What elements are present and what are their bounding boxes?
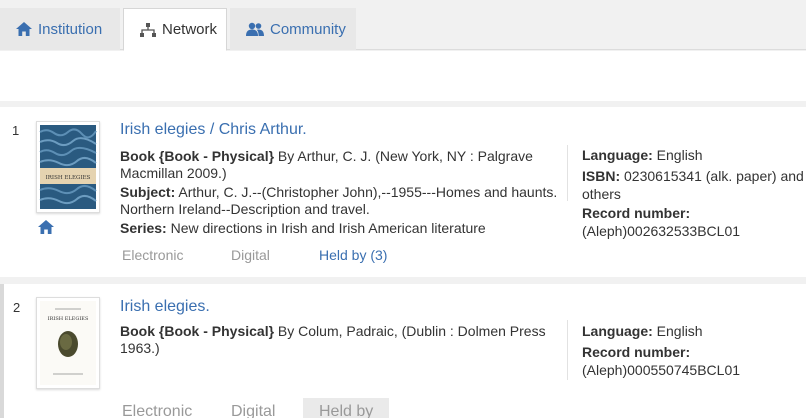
tab-network[interactable]: Network — [123, 8, 227, 51]
cover-title-text: IRISH ELEGIES — [46, 175, 91, 181]
column-divider — [567, 145, 568, 201]
tab-community[interactable]: Community — [230, 8, 356, 50]
record-number-label: Record number: — [582, 205, 691, 221]
result-title-link[interactable]: Irish elegies. — [120, 298, 210, 316]
held-by-button[interactable]: Held by — [303, 398, 390, 418]
format-type-label: Book — [120, 148, 155, 164]
record-number-value: (Aleph)000550745BCL01 — [582, 362, 741, 378]
users-icon — [246, 22, 264, 36]
search-scope-tabs: Institution Network Community — [0, 0, 806, 51]
electronic-link[interactable]: Electronic — [122, 247, 183, 263]
subject-label: Subject: — [120, 184, 176, 200]
home-icon — [16, 22, 32, 36]
tab-institution-label: Institution — [38, 20, 103, 38]
series-value: New directions in Irish and Irish Americ… — [166, 220, 486, 236]
record-number-label: Record number: — [582, 344, 691, 360]
series-label: Series: — [120, 220, 167, 236]
record-number-value: (Aleph)002632533BCL01 — [582, 223, 741, 239]
record-number-field: Record number: (Aleph)002632533BCL01 — [582, 204, 804, 240]
format-detail-label: {Book - Physical} — [158, 323, 275, 339]
network-icon — [140, 22, 156, 37]
subject-value: Arthur, C. J.--(Christopher John),--1955… — [120, 184, 558, 217]
language-field: Language: English — [582, 146, 804, 164]
book-cover-thumbnail[interactable]: IRISH ELEGIES — [36, 297, 100, 389]
book-cover-thumbnail[interactable]: IRISH ELEGIES — [36, 121, 100, 213]
held-by-link[interactable]: Held by (3) — [319, 247, 387, 263]
tab-network-label: Network — [162, 21, 218, 38]
result-number: 1 — [12, 123, 20, 138]
result-number: 2 — [13, 300, 21, 315]
column-divider — [567, 320, 568, 380]
language-value: English — [652, 147, 703, 163]
results-header-area — [0, 51, 806, 101]
digital-link[interactable]: Digital — [231, 247, 270, 263]
result-item: 1 IRISH ELEGIES Irish elegies / Chris Ar… — [0, 107, 806, 277]
result-title-link[interactable]: Irish elegies / Chris Arthur. — [120, 121, 307, 139]
isbn-label: ISBN: — [582, 168, 621, 184]
language-label: Language: — [582, 147, 653, 163]
tab-community-label: Community — [270, 20, 346, 38]
electronic-link[interactable]: Electronic — [122, 403, 192, 418]
home-icon — [38, 220, 54, 239]
tab-institution[interactable]: Institution — [0, 8, 120, 50]
language-value: English — [652, 323, 703, 339]
language-field: Language: English — [582, 322, 804, 340]
language-label: Language: — [582, 323, 653, 339]
format-type-label: Book — [120, 323, 155, 339]
result-subject: Subject: Arthur, C. J.--(Christopher Joh… — [120, 184, 560, 218]
format-detail-label: {Book - Physical} — [158, 148, 275, 164]
result-item: 2 IRISH ELEGIES Irish elegies. Book {Boo… — [0, 284, 806, 418]
digital-link[interactable]: Digital — [231, 403, 275, 418]
result-series: Series: New directions in Irish and Iris… — [120, 220, 560, 237]
isbn-field: ISBN: 0230615341 (alk. paper) and others — [582, 167, 804, 203]
result-format-details: Book {Book - Physical} By Colum, Padraic… — [120, 323, 560, 357]
cover-title-text: IRISH ELEGIES — [48, 316, 89, 322]
result-format-details: Book {Book - Physical} By Arthur, C. J. … — [120, 148, 560, 182]
record-number-field: Record number: (Aleph)000550745BCL01 — [582, 343, 804, 379]
